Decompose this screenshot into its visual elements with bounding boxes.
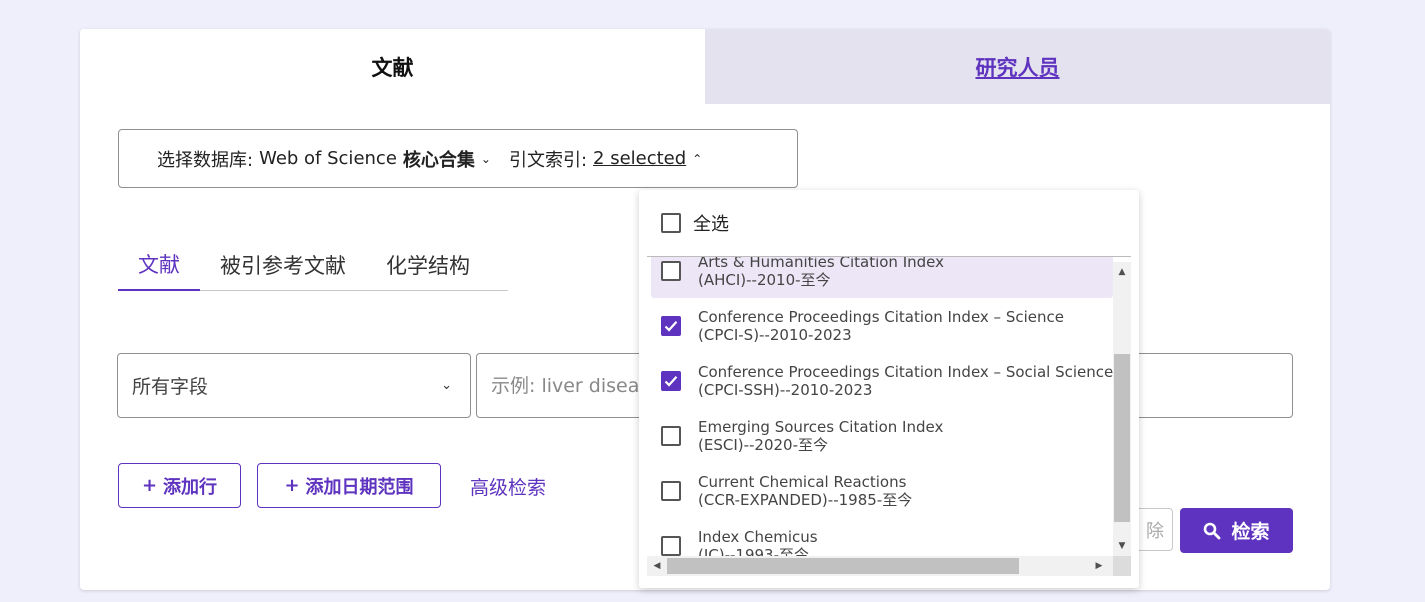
select-all-option[interactable]: 全选 [639,190,1139,256]
list-item[interactable]: Current Chemical Reactions (CCR-EXPANDED)… [647,463,1113,518]
field-select[interactable]: 所有字段 ⌄ [117,353,471,418]
scroll-right-arrow-icon[interactable]: ▶ [1091,556,1107,576]
vertical-scrollbar[interactable]: ▲ ▼ [1113,262,1131,556]
chevron-down-icon[interactable]: ⌄ [481,152,491,166]
list-item[interactable]: Conference Proceedings Citation Index – … [647,353,1113,408]
clear-button-label: 除 [1146,520,1164,542]
list-item[interactable]: Arts & Humanities Citation Index (AHCI)--… [651,257,1113,298]
checkbox-checked[interactable] [661,315,681,336]
database-name[interactable]: Web of Science [259,148,397,169]
select-all-label: 全选 [693,214,729,235]
search-button-label: 检索 [1231,521,1270,543]
list-item-title: Current Chemical Reactions [698,472,907,491]
scrollbar-corner [1113,556,1131,576]
list-item-title: Conference Proceedings Citation Index – … [698,307,1064,326]
chevron-down-icon: ⌄ [441,378,452,393]
tab-cited-references[interactable]: 被引参考文献 [200,239,366,291]
list-item-text: Arts & Humanities Citation Index (AHCI)--… [698,257,944,289]
plus-icon: + [284,475,300,496]
top-tabs: 文献 研究人员 [80,29,1330,104]
citation-index-dropdown: 全选 Arts & Humanities Citation Index (AHCI… [639,190,1139,588]
search-button[interactable]: 检索 [1180,508,1293,553]
plus-icon: + [141,475,158,496]
list-item-subtitle: (IC)--1993-至今 [698,545,810,557]
add-row-button[interactable]: + 添加行 [118,463,241,508]
citation-index-selected[interactable]: 2 selected [593,148,686,169]
list-item-title: Index Chemicus [698,527,818,546]
list-item-text: Emerging Sources Citation Index (ESCI)--2… [698,418,943,454]
list-item-text: Conference Proceedings Citation Index – … [698,363,1113,399]
search-icon [1203,522,1221,540]
scrollbar-thumb[interactable] [667,558,1019,574]
scroll-left-arrow-icon[interactable]: ◀ [649,556,665,576]
database-selector[interactable]: 选择数据库: Web of Science 核心合集 ⌄ 引文索引: 2 sel… [118,129,798,188]
tab-document-search[interactable]: 文献 [118,239,200,291]
list-item-text: Index Chemicus (IC)--1993-至今 [698,528,818,557]
checkbox[interactable] [661,260,681,281]
list-item-title: Conference Proceedings Citation Index – … [698,362,1113,381]
checkbox[interactable] [661,480,681,501]
database-collection[interactable]: 核心合集 [403,146,475,172]
checkbox[interactable] [661,213,681,233]
scroll-up-arrow-icon[interactable]: ▲ [1113,264,1131,280]
list-item-subtitle: (AHCI)--2010-至今 [698,270,831,289]
list-item-title: Emerging Sources Citation Index [698,417,944,436]
list-item-subtitle: (CPCI-S)--2010-2023 [698,325,852,344]
list-item-text: Current Chemical Reactions (CCR-EXPANDED)… [698,473,912,509]
field-select-value: 所有字段 [132,376,209,398]
add-date-range-label: 添加日期范围 [305,476,414,498]
checkbox-checked[interactable] [661,370,681,391]
search-type-tabs: 文献 被引参考文献 化学结构 [118,239,508,291]
scrollbar-thumb[interactable] [1114,354,1130,522]
list-item-text: Conference Proceedings Citation Index – … [698,308,1064,344]
add-row-label: 添加行 [163,476,218,498]
advanced-search-link[interactable]: 高级检索 [470,473,546,500]
checkbox[interactable] [661,535,681,556]
list-item-subtitle: (ESCI)--2020-至今 [698,435,829,454]
citation-index-list: Arts & Humanities Citation Index (AHCI)--… [647,257,1113,556]
tab-chemical-structure[interactable]: 化学结构 [366,239,490,291]
citation-index-label: 引文索引: [508,149,588,171]
add-date-range-button[interactable]: + 添加日期范围 [257,463,441,508]
list-item-title: Arts & Humanities Citation Index [698,257,944,271]
tab-documents[interactable]: 文献 [80,29,705,104]
tab-researchers[interactable]: 研究人员 [705,29,1330,104]
list-item-subtitle: (CCR-EXPANDED)--1985-至今 [698,490,913,509]
checkbox[interactable] [661,425,681,446]
scroll-down-arrow-icon[interactable]: ▼ [1113,538,1131,554]
list-item[interactable]: Conference Proceedings Citation Index – … [647,298,1113,353]
horizontal-scrollbar[interactable]: ◀ ▶ [647,556,1131,576]
list-item[interactable]: Index Chemicus (IC)--1993-至今 [647,518,1113,556]
chevron-up-icon[interactable]: ⌃ [692,152,702,166]
list-item-subtitle: (CPCI-SSH)--2010-2023 [698,380,873,399]
list-item[interactable]: Emerging Sources Citation Index (ESCI)--2… [647,408,1113,463]
database-select-label: 选择数据库: [157,149,254,171]
